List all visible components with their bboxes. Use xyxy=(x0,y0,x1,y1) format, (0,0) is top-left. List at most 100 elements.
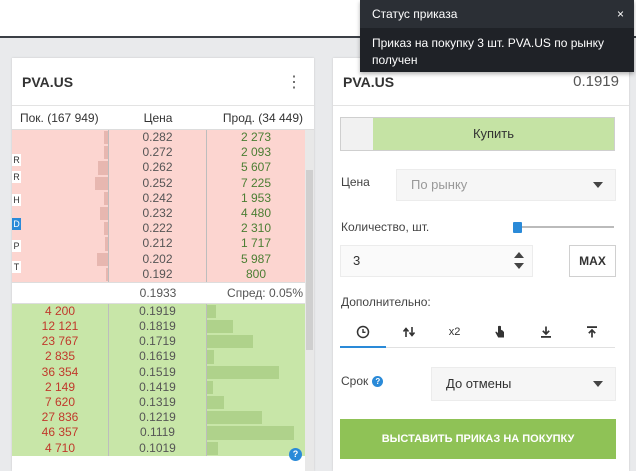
buy-toggle[interactable]: Купить xyxy=(373,118,614,150)
side-key[interactable]: R xyxy=(12,153,21,166)
scrollbar-thumb[interactable] xyxy=(306,170,313,350)
price-header[interactable]: Цена xyxy=(109,111,207,125)
help-icon[interactable]: ? xyxy=(372,376,384,387)
bid-price[interactable]: 0.1619 xyxy=(109,349,207,365)
ask-price[interactable]: 0.232 xyxy=(109,205,207,222)
ask-price[interactable]: 0.272 xyxy=(109,145,207,161)
ask-price[interactable]: 0.242 xyxy=(109,190,207,206)
side-key[interactable]: R xyxy=(12,171,21,184)
bid-price[interactable]: 0.1919 xyxy=(109,303,207,320)
quantity-slider-track[interactable] xyxy=(518,226,614,228)
bid-depth-bar xyxy=(207,365,279,379)
max-button[interactable]: MAX xyxy=(569,245,616,277)
bid-price[interactable]: 0.1519 xyxy=(109,364,207,380)
side-key[interactable]: T xyxy=(12,260,21,273)
ask-quantity[interactable]: 5 607 xyxy=(207,160,305,176)
bid-quantity[interactable]: 4 710 xyxy=(12,440,109,456)
bid-price[interactable]: 0.1119 xyxy=(109,425,207,441)
bid-row[interactable]: 12 121 0.1819 xyxy=(12,319,314,335)
bid-quantity[interactable]: 2 835 xyxy=(12,349,109,365)
term-select[interactable]: До отмены xyxy=(431,367,616,401)
bid-row[interactable]: 46 357 0.1119 xyxy=(12,425,314,441)
ask-row[interactable]: 0.252 7 225 xyxy=(12,175,314,191)
ask-price[interactable]: 0.262 xyxy=(109,160,207,176)
quantity-input[interactable]: 3 xyxy=(340,245,533,277)
ask-quantity[interactable]: 1 717 xyxy=(207,236,305,252)
place-buy-order-button[interactable]: ВЫСТАВИТЬ ПРИКАЗ НА ПОКУПКУ xyxy=(340,419,616,459)
bid-quantity[interactable]: 23 767 xyxy=(12,334,109,350)
ask-quantity[interactable]: 4 480 xyxy=(207,205,305,222)
bid-quantity[interactable]: 27 836 xyxy=(12,410,109,426)
ask-quantity[interactable]: 800 xyxy=(207,266,305,282)
ask-quantity[interactable]: 5 987 xyxy=(207,251,305,267)
ask-quantity[interactable]: 2 093 xyxy=(207,145,305,161)
ask-row[interactable]: 0.222 2 310 xyxy=(12,221,314,237)
bid-price[interactable]: 0.1319 xyxy=(109,395,207,411)
price-type-select[interactable]: По рынку xyxy=(396,169,616,201)
ask-depth-bar xyxy=(104,237,108,251)
ask-quantity[interactable]: 2 310 xyxy=(207,221,305,237)
bid-price[interactable]: 0.1419 xyxy=(109,379,207,395)
more-menu-icon[interactable]: ⋮ xyxy=(284,72,304,92)
bid-quantity[interactable]: 36 354 xyxy=(12,364,109,380)
bid-quantity[interactable]: 4 200 xyxy=(12,303,109,320)
ask-row[interactable]: 0.192 800 xyxy=(12,266,314,282)
ask-price[interactable]: 0.212 xyxy=(109,236,207,252)
ask-row[interactable]: 0.262 5 607 xyxy=(12,160,314,176)
arrows-icon[interactable] xyxy=(386,316,432,347)
ask-price[interactable]: 0.282 xyxy=(109,130,207,146)
bids-header[interactable]: Пок. (167 949) xyxy=(12,111,109,125)
ask-price[interactable]: 0.222 xyxy=(109,221,207,237)
side-key[interactable]: D xyxy=(12,218,21,231)
ask-price[interactable]: 0.202 xyxy=(109,251,207,267)
upload-icon[interactable] xyxy=(569,316,615,347)
bid-price[interactable]: 0.1819 xyxy=(109,319,207,335)
x2-icon[interactable]: x2 xyxy=(432,316,478,347)
asks-header[interactable]: Прод. (34 449) xyxy=(207,111,305,125)
order-book-scrollbar[interactable] xyxy=(305,130,314,471)
bid-price[interactable]: 0.1719 xyxy=(109,334,207,350)
ask-quantity[interactable]: 1 953 xyxy=(207,190,305,206)
decrement-icon[interactable] xyxy=(514,263,524,269)
ask-price[interactable]: 0.192 xyxy=(109,266,207,282)
side-key[interactable]: P xyxy=(12,239,21,252)
ask-row[interactable]: 0.212 1 717 xyxy=(12,236,314,252)
bid-row[interactable]: 4 710 0.1019 xyxy=(12,440,314,456)
sell-toggle[interactable] xyxy=(341,118,373,150)
bid-depth-bar xyxy=(207,441,219,455)
bid-quantity[interactable]: 2 149 xyxy=(12,379,109,395)
bid-row[interactable]: 4 200 0.1919 xyxy=(12,303,314,320)
ask-quantity[interactable]: 2 273 xyxy=(207,130,305,146)
bid-depth-bar xyxy=(207,396,224,410)
close-icon[interactable]: × xyxy=(617,0,624,28)
ask-price[interactable]: 0.252 xyxy=(109,175,207,191)
bid-row[interactable]: 2 835 0.1619 xyxy=(12,349,314,365)
help-icon[interactable]: ? xyxy=(289,448,302,461)
bid-depth-bar xyxy=(207,426,295,440)
bid-row[interactable]: 23 767 0.1719 xyxy=(12,334,314,350)
bid-quantity[interactable]: 7 620 xyxy=(12,395,109,411)
ask-depth-bar xyxy=(104,146,108,160)
quantity-stepper[interactable] xyxy=(514,252,524,270)
quantity-slider-knob[interactable] xyxy=(513,222,522,233)
bid-price[interactable]: 0.1019 xyxy=(109,440,207,456)
ask-row[interactable]: 0.272 2 093 xyxy=(12,145,314,161)
ask-row[interactable]: 0.232 4 480 xyxy=(12,205,314,222)
increment-icon[interactable] xyxy=(514,252,524,258)
ask-row[interactable]: 0.242 1 953 xyxy=(12,190,314,206)
bid-row[interactable]: 27 836 0.1219 xyxy=(12,410,314,426)
ask-row[interactable]: 0.282 2 273 xyxy=(12,130,314,146)
ask-row[interactable]: 0.202 5 987 xyxy=(12,251,314,267)
bid-row[interactable]: 36 354 0.1519 xyxy=(12,364,314,380)
bid-price[interactable]: 0.1219 xyxy=(109,410,207,426)
download-icon[interactable] xyxy=(523,316,569,347)
ask-bid-cell xyxy=(12,251,109,267)
bid-row[interactable]: 7 620 0.1319 xyxy=(12,395,314,411)
ask-quantity[interactable]: 7 225 xyxy=(207,175,305,191)
bid-quantity[interactable]: 12 121 xyxy=(12,319,109,335)
bid-quantity[interactable]: 46 357 xyxy=(12,425,109,441)
bid-row[interactable]: 2 149 0.1419 xyxy=(12,379,314,395)
clock-icon[interactable] xyxy=(340,316,386,348)
side-key[interactable]: H xyxy=(12,193,21,206)
hand-pointer-icon[interactable] xyxy=(477,316,523,347)
